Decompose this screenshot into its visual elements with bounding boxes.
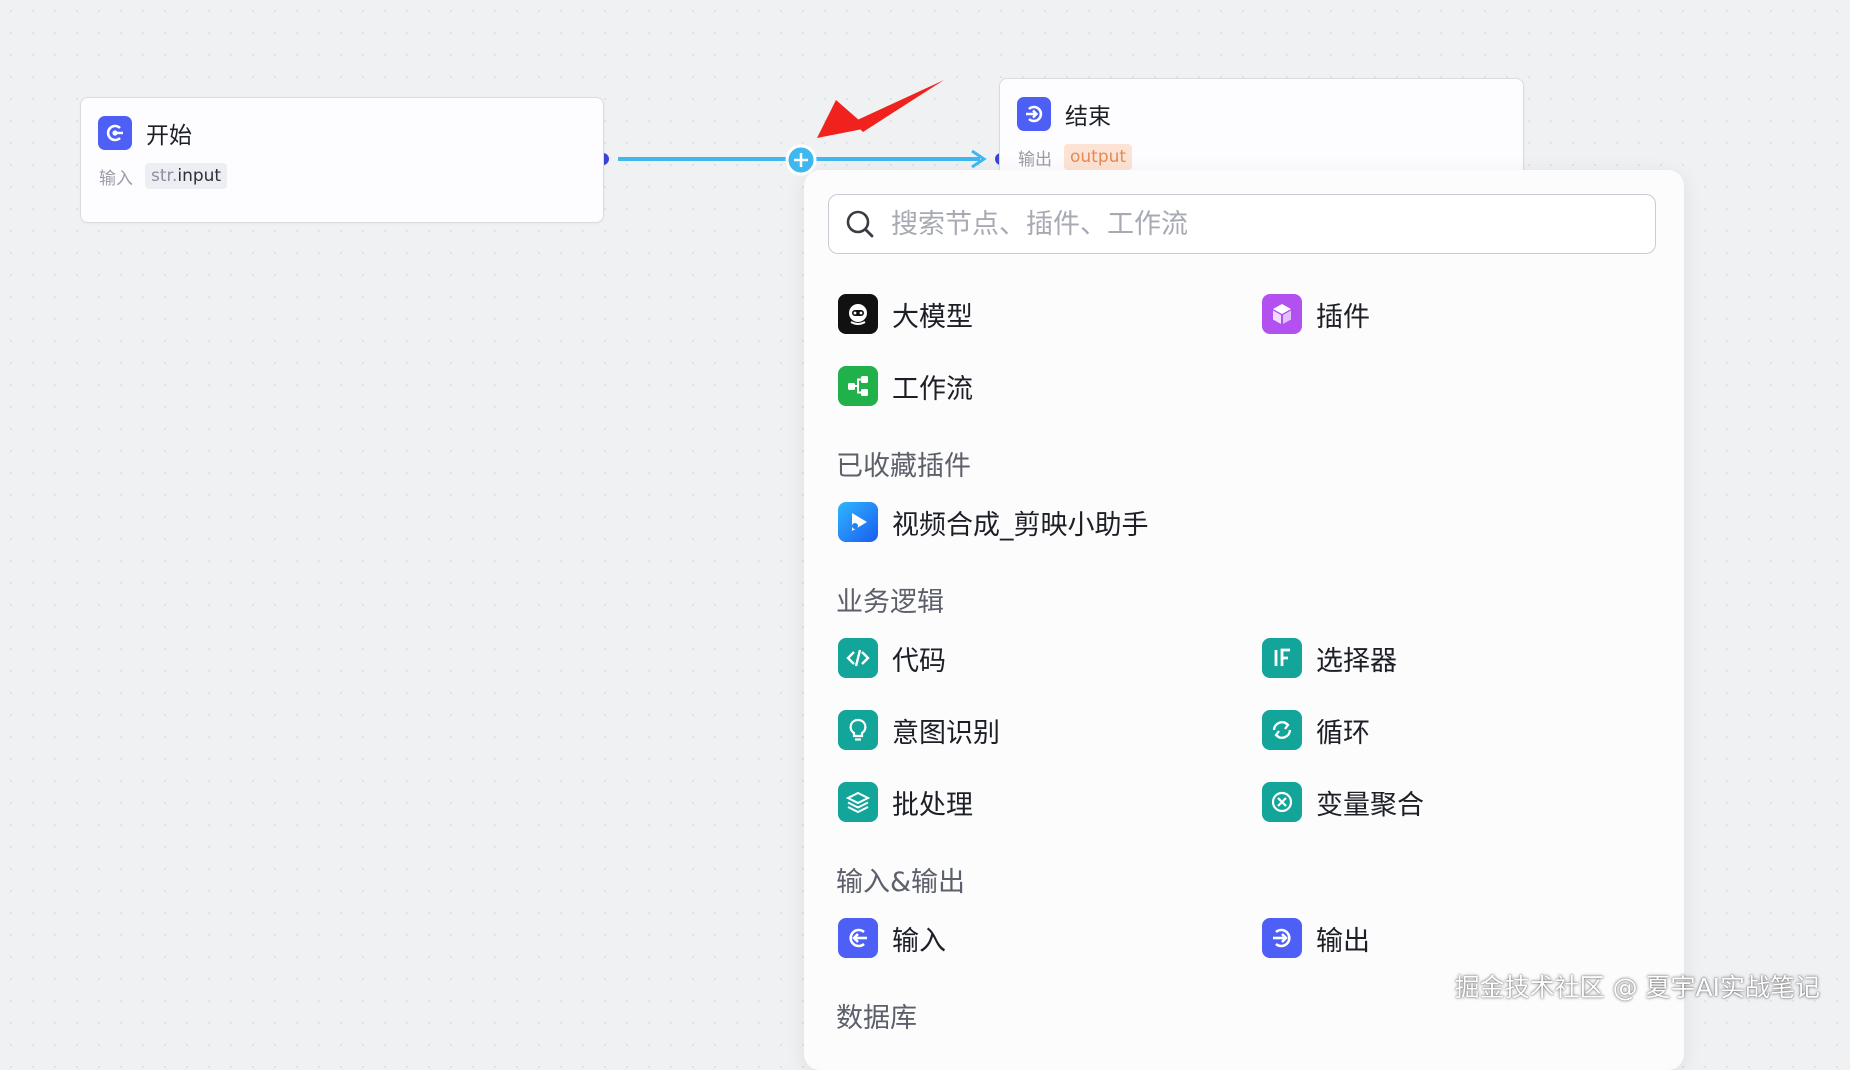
item-video-compose[interactable]: 视频合成_剪映小助手 (838, 502, 1149, 542)
output-arrow-icon (1262, 918, 1302, 958)
section-business-logic: 业务逻辑 (836, 587, 944, 618)
item-input[interactable]: 输入 (838, 918, 946, 958)
section-input-output: 输入&输出 (836, 867, 966, 898)
item-label: 视频合成_剪映小助手 (892, 509, 1149, 541)
code-icon (838, 638, 878, 678)
batch-layers-icon (838, 782, 878, 822)
intent-bulb-icon (838, 710, 878, 750)
end-node-output-label: 输出 (1018, 149, 1052, 170)
end-node-title: 结束 (1065, 104, 1111, 130)
start-node-input-label: 输入 (99, 168, 133, 189)
item-label: 批处理 (892, 789, 973, 821)
item-selector[interactable]: 选择器 (1262, 638, 1397, 678)
item-llm[interactable]: 大模型 (838, 294, 973, 334)
workflow-icon (838, 366, 878, 406)
end-node-output-tag: output (1064, 144, 1133, 170)
item-label: 变量聚合 (1316, 789, 1424, 821)
item-code[interactable]: 代码 (838, 638, 946, 678)
section-favorite-plugins: 已收藏插件 (836, 451, 971, 482)
item-label: 大模型 (892, 301, 973, 333)
item-label: 输入 (892, 925, 946, 957)
node-picker-panel: 大模型 插件 工作流 已收藏插件 视频合成_剪映小助手 业务逻辑 代码 选择器 (804, 170, 1684, 1070)
search-icon (846, 210, 874, 238)
item-label: 意图识别 (892, 717, 1000, 749)
start-node-input-tag: str.input (145, 163, 228, 189)
item-workflow[interactable]: 工作流 (838, 366, 973, 406)
annotation-arrow-icon (817, 80, 944, 138)
start-node-icon (98, 116, 132, 150)
item-output[interactable]: 输出 (1262, 918, 1370, 958)
section-database: 数据库 (836, 1003, 917, 1034)
start-node-title: 开始 (146, 123, 192, 149)
llm-robot-icon (838, 294, 878, 334)
variable-aggregate-icon (1262, 782, 1302, 822)
item-label: 插件 (1316, 301, 1370, 333)
item-batch[interactable]: 批处理 (838, 782, 973, 822)
video-play-icon (838, 502, 878, 542)
search-box[interactable] (828, 194, 1656, 254)
input-name: input (177, 166, 222, 186)
watermark: 掘金技术社区 @ 夏宇AI实战笔记 (1454, 973, 1820, 1002)
input-arrow-icon (838, 918, 878, 958)
item-plugin[interactable]: 插件 (1262, 294, 1370, 334)
item-label: 工作流 (892, 373, 973, 405)
input-type: str. (151, 166, 178, 186)
start-node[interactable]: 开始 输入 str.input (80, 97, 604, 223)
plugin-cube-icon (1262, 294, 1302, 334)
search-input[interactable] (889, 207, 1593, 241)
item-intent[interactable]: 意图识别 (838, 710, 1000, 750)
item-loop[interactable]: 循环 (1262, 710, 1370, 750)
item-variable-aggregate[interactable]: 变量聚合 (1262, 782, 1424, 822)
item-label: 选择器 (1316, 645, 1397, 677)
loop-icon (1262, 710, 1302, 750)
item-label: 输出 (1316, 925, 1370, 957)
item-label: 循环 (1316, 717, 1370, 749)
item-label: 代码 (892, 645, 946, 677)
add-node-plus-icon[interactable] (785, 144, 817, 176)
end-node-icon (1017, 97, 1051, 131)
if-selector-icon (1262, 638, 1302, 678)
